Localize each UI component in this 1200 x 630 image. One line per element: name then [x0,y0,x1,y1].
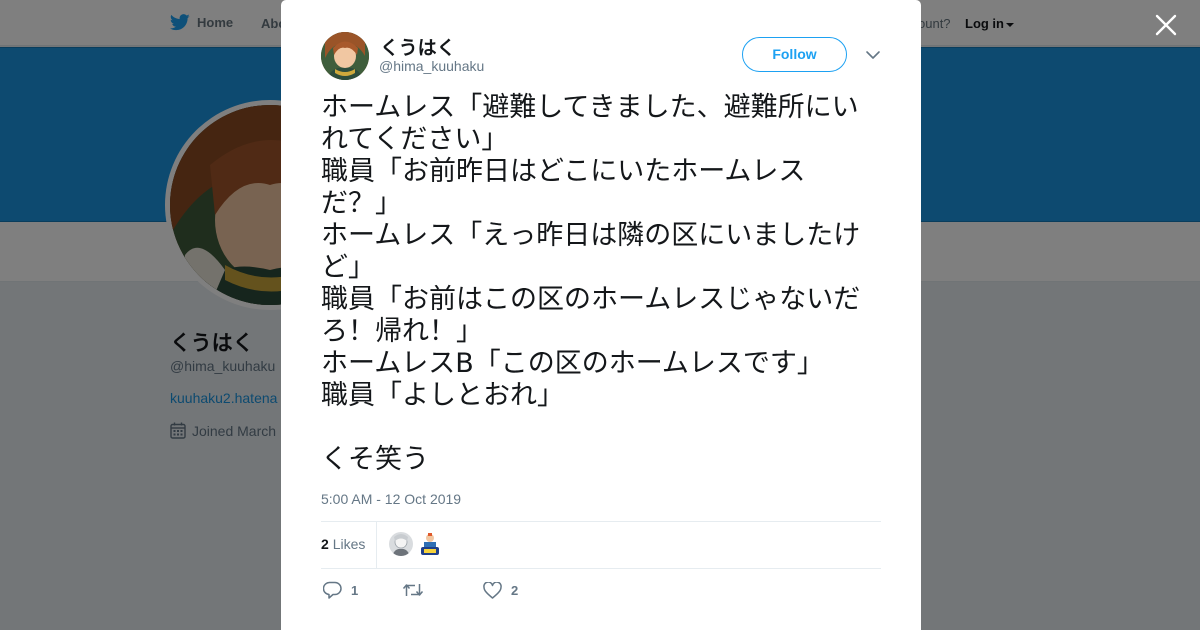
liker-avatar[interactable] [418,532,442,556]
liker-avatar-image [418,532,442,556]
retweet-button[interactable] [402,580,433,600]
author-handle[interactable]: @hima_kuuhaku [379,58,484,74]
tweet-modal: くうはく @hima_kuuhaku Follow ホームレス「避難してきました… [281,0,921,630]
tweet-line: 職員「よしとおれ」 [321,380,564,411]
likes-count: 2 [321,536,329,552]
tweet-line: 職員「お前昨日はどこにいたホームレス [321,156,806,187]
tweet-line: ろ！帰れ！」 [321,316,483,347]
tweet-text: ホームレス「避難してきました、避難所にい れてください」 職員「お前昨日はどこに… [321,92,889,476]
tweet-line: ホームレス「避難してきました、避難所にい [321,92,859,123]
tweet-line: れてください」 [321,124,509,155]
liker-avatar-image [389,532,413,556]
like-button[interactable]: 2 [483,580,518,600]
tweet-line: ホームレスB「この区のホームレスです」 [321,348,824,379]
tweet-line: くそ笑う [321,444,429,475]
chevron-down-icon[interactable] [865,47,881,63]
author-avatar[interactable] [321,32,369,80]
author-avatar-image [321,32,369,80]
close-icon[interactable] [1154,13,1178,37]
author-name[interactable]: くうはく [380,33,456,60]
heart-icon [483,581,502,599]
reply-count: 1 [351,582,359,598]
divider [321,568,881,569]
likes-summary[interactable]: 2 Likes [321,536,365,552]
tweet-line: ど」 [321,252,375,283]
liker-avatar[interactable] [389,532,413,556]
tweet-line: だ？」 [321,188,402,219]
tweet-line [321,412,889,444]
tweet-timestamp[interactable]: 5:00 AM - 12 Oct 2019 [321,491,461,507]
likes-label: Likes [332,536,366,552]
retweet-icon [402,584,424,596]
divider [376,522,377,568]
tweet-line: 職員「お前はこの区のホームレスじゃないだ [321,284,861,315]
reply-icon [323,581,342,599]
like-count: 2 [511,582,519,598]
tweet-line: ホームレス「えっ昨日は隣の区にいましたけ [321,220,861,251]
reply-button[interactable]: 1 [323,580,358,600]
follow-button[interactable]: Follow [742,37,847,72]
divider [321,521,881,522]
